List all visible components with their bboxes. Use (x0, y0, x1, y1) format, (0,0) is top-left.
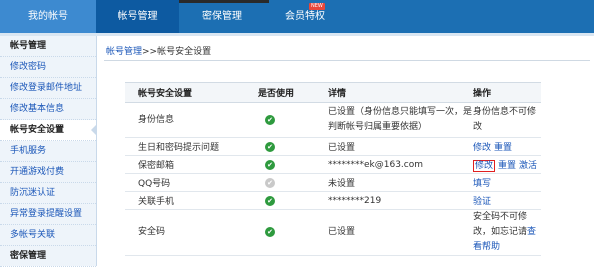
nav-tab-account-management[interactable]: 帐号管理 (96, 0, 179, 33)
nav-tab-security-management[interactable]: 密保管理 (181, 0, 263, 33)
top-nav: 我的帐号 帐号管理 密保管理 会员特权 NEW (0, 0, 594, 33)
row-name: 保密邮箱 (138, 155, 258, 174)
nav-tab-my-account[interactable]: 我的帐号 (0, 0, 96, 33)
check-circle-icon: ✔ (265, 141, 275, 152)
sidebar-item-change-basic-info[interactable]: 修改基本信息 (0, 99, 96, 120)
row-ops: 填写 (473, 173, 541, 192)
row-detail: ********219 (328, 191, 473, 210)
row-detail: 已设置（身份信息只能填写一次，是判断帐号归属重要依据） (328, 102, 473, 138)
row-name: 安全码 (138, 209, 258, 256)
table-row: 保密邮箱 ✔ ********ek@163.com 修改 重置 激活 (125, 155, 541, 174)
sidebar-item-anti-addiction[interactable]: 防沉迷认证 (0, 183, 96, 204)
sidebar-item-game-payment[interactable]: 开通游戏付费 (0, 162, 96, 183)
header-detail: 详情 (328, 82, 473, 103)
sidebar-item-change-login-email[interactable]: 修改登录邮件地址 (0, 78, 96, 99)
table-row: 关联手机 ✔ ********219 验证 (125, 191, 541, 210)
activate-link[interactable]: 激活 (519, 161, 537, 171)
breadcrumb-separator: >> (142, 47, 158, 57)
check-circle-icon: ✔ (265, 159, 275, 170)
sidebar: 帐号管理 修改密码 修改登录邮件地址 修改基本信息 帐号安全设置 手机服务 开通… (0, 36, 97, 267)
breadcrumb-current: 帐号安全设置 (157, 47, 212, 57)
row-name: QQ号码 (138, 173, 258, 192)
sidebar-item-change-password[interactable]: 修改密码 (0, 57, 96, 78)
breadcrumb-link-account[interactable]: 帐号管理 (106, 47, 142, 57)
header-spacer (125, 82, 138, 103)
row-ops: 修改 重置 (473, 137, 541, 156)
row-detail: 已设置 (328, 137, 473, 156)
row-ops: 安全码不可修改，如忘记请查看帮助 (473, 209, 541, 256)
row-ops: 修改 重置 激活 (473, 155, 541, 174)
check-circle-gray-icon: ✔ (265, 177, 275, 188)
row-ops-text: 安全码不可修改，如忘记请 (473, 212, 528, 237)
reset-link[interactable]: 重置 (498, 161, 516, 171)
header-in-use: 是否使用 (258, 82, 328, 103)
sidebar-item-security-settings[interactable]: 帐号安全设置 (0, 120, 97, 141)
security-settings-table: 帐号安全设置 是否使用 详情 操作 身份信息 ✔ 已设置（身份信息只能填写一次，… (125, 82, 541, 256)
check-circle-icon: ✔ (265, 195, 275, 206)
sidebar-item-multi-account[interactable]: 多帐号关联 (0, 225, 96, 246)
new-badge: NEW (309, 3, 325, 10)
header-setting: 帐号安全设置 (138, 82, 258, 103)
table-row: 生日和密码提示问题 ✔ 已设置 修改 重置 (125, 137, 541, 156)
row-detail: 已设置 (328, 209, 473, 256)
table-row: 安全码 ✔ 已设置 安全码不可修改，如忘记请查看帮助 (125, 209, 541, 256)
table-row: QQ号码 ✔ 未设置 填写 (125, 173, 541, 192)
row-detail: 未设置 (328, 173, 473, 192)
sidebar-heading-account: 帐号管理 (0, 36, 96, 57)
row-ops-text: 身份信息不可修改 (473, 102, 541, 138)
modify-link-highlighted[interactable]: 修改 (473, 160, 496, 172)
row-ops: 验证 (473, 191, 541, 210)
breadcrumb: 帐号管理>>帐号安全设置 (106, 44, 211, 57)
reset-link[interactable]: 重置 (494, 143, 512, 153)
modify-link[interactable]: 修改 (473, 143, 491, 153)
table-row: 身份信息 ✔ 已设置（身份信息只能填写一次，是判断帐号归属重要依据） 身份信息不… (125, 102, 541, 138)
row-name: 关联手机 (138, 191, 258, 210)
nav-tab-vip-label: 会员特权 (285, 11, 325, 22)
header-actions: 操作 (473, 82, 541, 103)
check-circle-icon: ✔ (265, 114, 275, 125)
verify-link[interactable]: 验证 (473, 197, 491, 207)
row-name: 生日和密码提示问题 (138, 137, 258, 156)
table-header-row: 帐号安全设置 是否使用 详情 操作 (125, 82, 541, 103)
row-detail: ********ek@163.com (328, 155, 473, 174)
fill-in-link[interactable]: 填写 (473, 179, 491, 189)
sidebar-item-login-alert[interactable]: 异常登录提醒设置 (0, 204, 96, 225)
breadcrumb-divider (104, 60, 590, 61)
check-circle-icon: ✔ (265, 227, 275, 237)
nav-tab-vip-privileges[interactable]: 会员特权 NEW (263, 0, 347, 33)
row-name: 身份信息 (138, 102, 258, 138)
sidebar-item-phone-service[interactable]: 手机服务 (0, 141, 96, 162)
sidebar-heading-security: 密保管理 (0, 246, 96, 267)
top-strip (179, 0, 269, 3)
